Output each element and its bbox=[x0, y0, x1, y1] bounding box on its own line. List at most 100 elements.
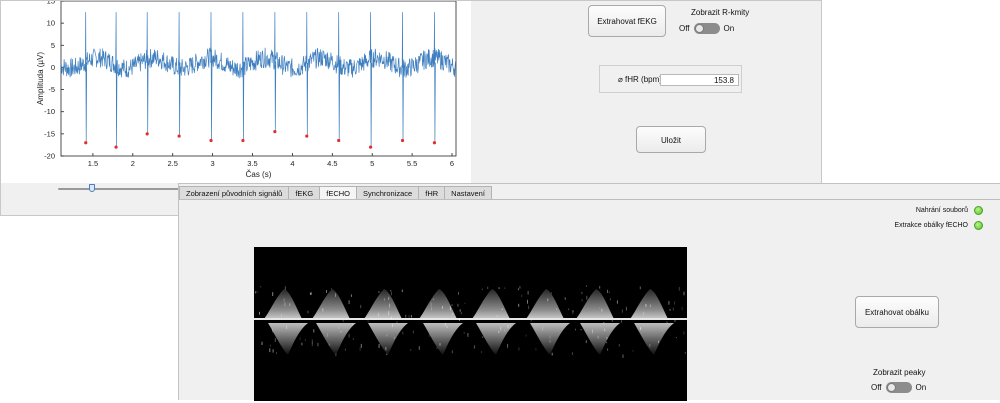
doppler-speckle bbox=[474, 345, 476, 348]
doppler-speckle bbox=[390, 290, 392, 292]
doppler-speckle bbox=[674, 301, 676, 305]
doppler-speckle bbox=[500, 326, 502, 331]
y-tick-label: -20 bbox=[44, 152, 55, 161]
doppler-speckle bbox=[459, 318, 460, 321]
doppler-speckle bbox=[261, 341, 263, 345]
fhr-value-field[interactable]: 153.8 bbox=[660, 74, 739, 86]
peaks-toggle-group: Off On bbox=[871, 382, 926, 393]
r-peak-marker bbox=[305, 134, 309, 138]
doppler-speckle bbox=[283, 298, 285, 302]
slider-thumb[interactable] bbox=[89, 184, 95, 192]
doppler-speckle bbox=[616, 300, 618, 304]
doppler-speckle bbox=[580, 329, 582, 331]
doppler-speckle bbox=[675, 337, 677, 339]
doppler-speckle bbox=[335, 353, 337, 357]
main-window: Zobrazení původních signálů fEKG fECHO S… bbox=[178, 183, 1000, 401]
doppler-speckle bbox=[389, 303, 391, 308]
tab-settings[interactable]: Nastavení bbox=[444, 186, 492, 199]
doppler-speckle bbox=[550, 292, 552, 294]
save-button[interactable]: Uložit bbox=[636, 126, 706, 153]
r-peak-marker bbox=[114, 145, 118, 149]
doppler-speckle bbox=[272, 292, 274, 296]
toggle-knob bbox=[694, 24, 704, 33]
doppler-speckle bbox=[507, 343, 509, 348]
doppler-speckle bbox=[396, 321, 398, 325]
doppler-envelope-upper bbox=[364, 289, 402, 319]
x-tick-label: 3 bbox=[211, 159, 215, 168]
x-tick-label: 4.5 bbox=[327, 159, 337, 168]
doppler-speckle bbox=[391, 291, 392, 296]
r-peak-marker bbox=[177, 134, 181, 138]
doppler-speckle bbox=[607, 348, 609, 351]
doppler-speckle bbox=[388, 311, 390, 315]
doppler-speckle bbox=[481, 288, 483, 290]
doppler-speckle bbox=[326, 290, 327, 293]
doppler-speckle bbox=[598, 307, 600, 309]
doppler-spectrogram bbox=[254, 285, 687, 358]
peaks-toggle[interactable] bbox=[885, 382, 912, 393]
doppler-speckle bbox=[549, 335, 551, 340]
tab-original-signals[interactable]: Zobrazení původních signálů bbox=[179, 186, 290, 199]
toggle-off-label: Off bbox=[871, 383, 882, 392]
doppler-speckle bbox=[604, 328, 606, 332]
time-slider[interactable] bbox=[58, 184, 183, 192]
doppler-speckle bbox=[338, 326, 339, 330]
doppler-envelope-upper bbox=[312, 289, 350, 319]
doppler-speckle bbox=[597, 335, 599, 339]
ecg-signal-line bbox=[60, 12, 457, 148]
doppler-speckle bbox=[446, 325, 448, 328]
doppler-speckle bbox=[352, 338, 354, 340]
doppler-speckle bbox=[603, 322, 605, 324]
doppler-speckle bbox=[317, 342, 319, 347]
r-peaks-toggle[interactable] bbox=[693, 23, 720, 34]
doppler-envelope-upper bbox=[472, 289, 510, 319]
y-tick-label: 0 bbox=[51, 63, 55, 72]
doppler-speckle bbox=[684, 352, 686, 354]
status-lamp-icon bbox=[974, 206, 983, 215]
status-label: Extrakce obálky fECHO bbox=[894, 222, 968, 229]
doppler-speckle bbox=[391, 316, 392, 320]
x-tick-label: 1.5 bbox=[88, 159, 98, 168]
doppler-speckle bbox=[393, 336, 395, 340]
r-peak-marker bbox=[400, 138, 405, 143]
tab-fekg[interactable]: fEKG bbox=[288, 186, 321, 199]
doppler-speckle bbox=[645, 303, 647, 307]
y-tick-label: 5 bbox=[51, 41, 55, 50]
doppler-envelope-lower bbox=[634, 323, 674, 355]
doppler-speckle bbox=[542, 326, 544, 331]
extract-fekg-button[interactable]: Extrahovat fEKG bbox=[588, 5, 666, 37]
doppler-speckle bbox=[313, 329, 315, 333]
doppler-speckle bbox=[517, 288, 519, 291]
fecho-doppler-image bbox=[254, 247, 687, 401]
r-peak-marker bbox=[241, 138, 245, 143]
tab-fhr[interactable]: fHR bbox=[418, 186, 446, 199]
doppler-speckle bbox=[289, 303, 291, 306]
doppler-speckle bbox=[284, 286, 286, 290]
doppler-speckle bbox=[528, 305, 530, 309]
r-peak-marker bbox=[432, 141, 437, 145]
show-peaks-label: Zobrazit peaky bbox=[873, 368, 926, 377]
doppler-speckle bbox=[606, 341, 608, 344]
doppler-speckle bbox=[311, 342, 313, 347]
doppler-speckle bbox=[464, 302, 466, 305]
doppler-speckle bbox=[609, 298, 611, 301]
doppler-speckle bbox=[467, 333, 469, 337]
tab-synchronization[interactable]: Synchronizace bbox=[356, 186, 420, 199]
doppler-speckle bbox=[410, 349, 412, 351]
doppler-speckle bbox=[527, 299, 528, 304]
doppler-speckle bbox=[487, 286, 489, 289]
doppler-speckle bbox=[586, 285, 588, 287]
tab-fecho[interactable]: fECHO bbox=[319, 186, 358, 199]
doppler-speckle bbox=[272, 328, 274, 333]
doppler-speckle bbox=[383, 298, 385, 301]
doppler-speckle bbox=[683, 331, 685, 335]
extract-envelope-button[interactable]: Extrahovat obálku bbox=[855, 296, 939, 328]
doppler-speckle bbox=[606, 337, 608, 340]
doppler-speckle bbox=[299, 337, 301, 340]
doppler-speckle bbox=[611, 319, 613, 322]
doppler-speckle bbox=[388, 296, 390, 300]
doppler-speckle bbox=[601, 308, 603, 312]
doppler-speckle bbox=[401, 289, 403, 292]
toggle-knob bbox=[886, 383, 896, 392]
doppler-envelope-lower bbox=[268, 323, 308, 355]
